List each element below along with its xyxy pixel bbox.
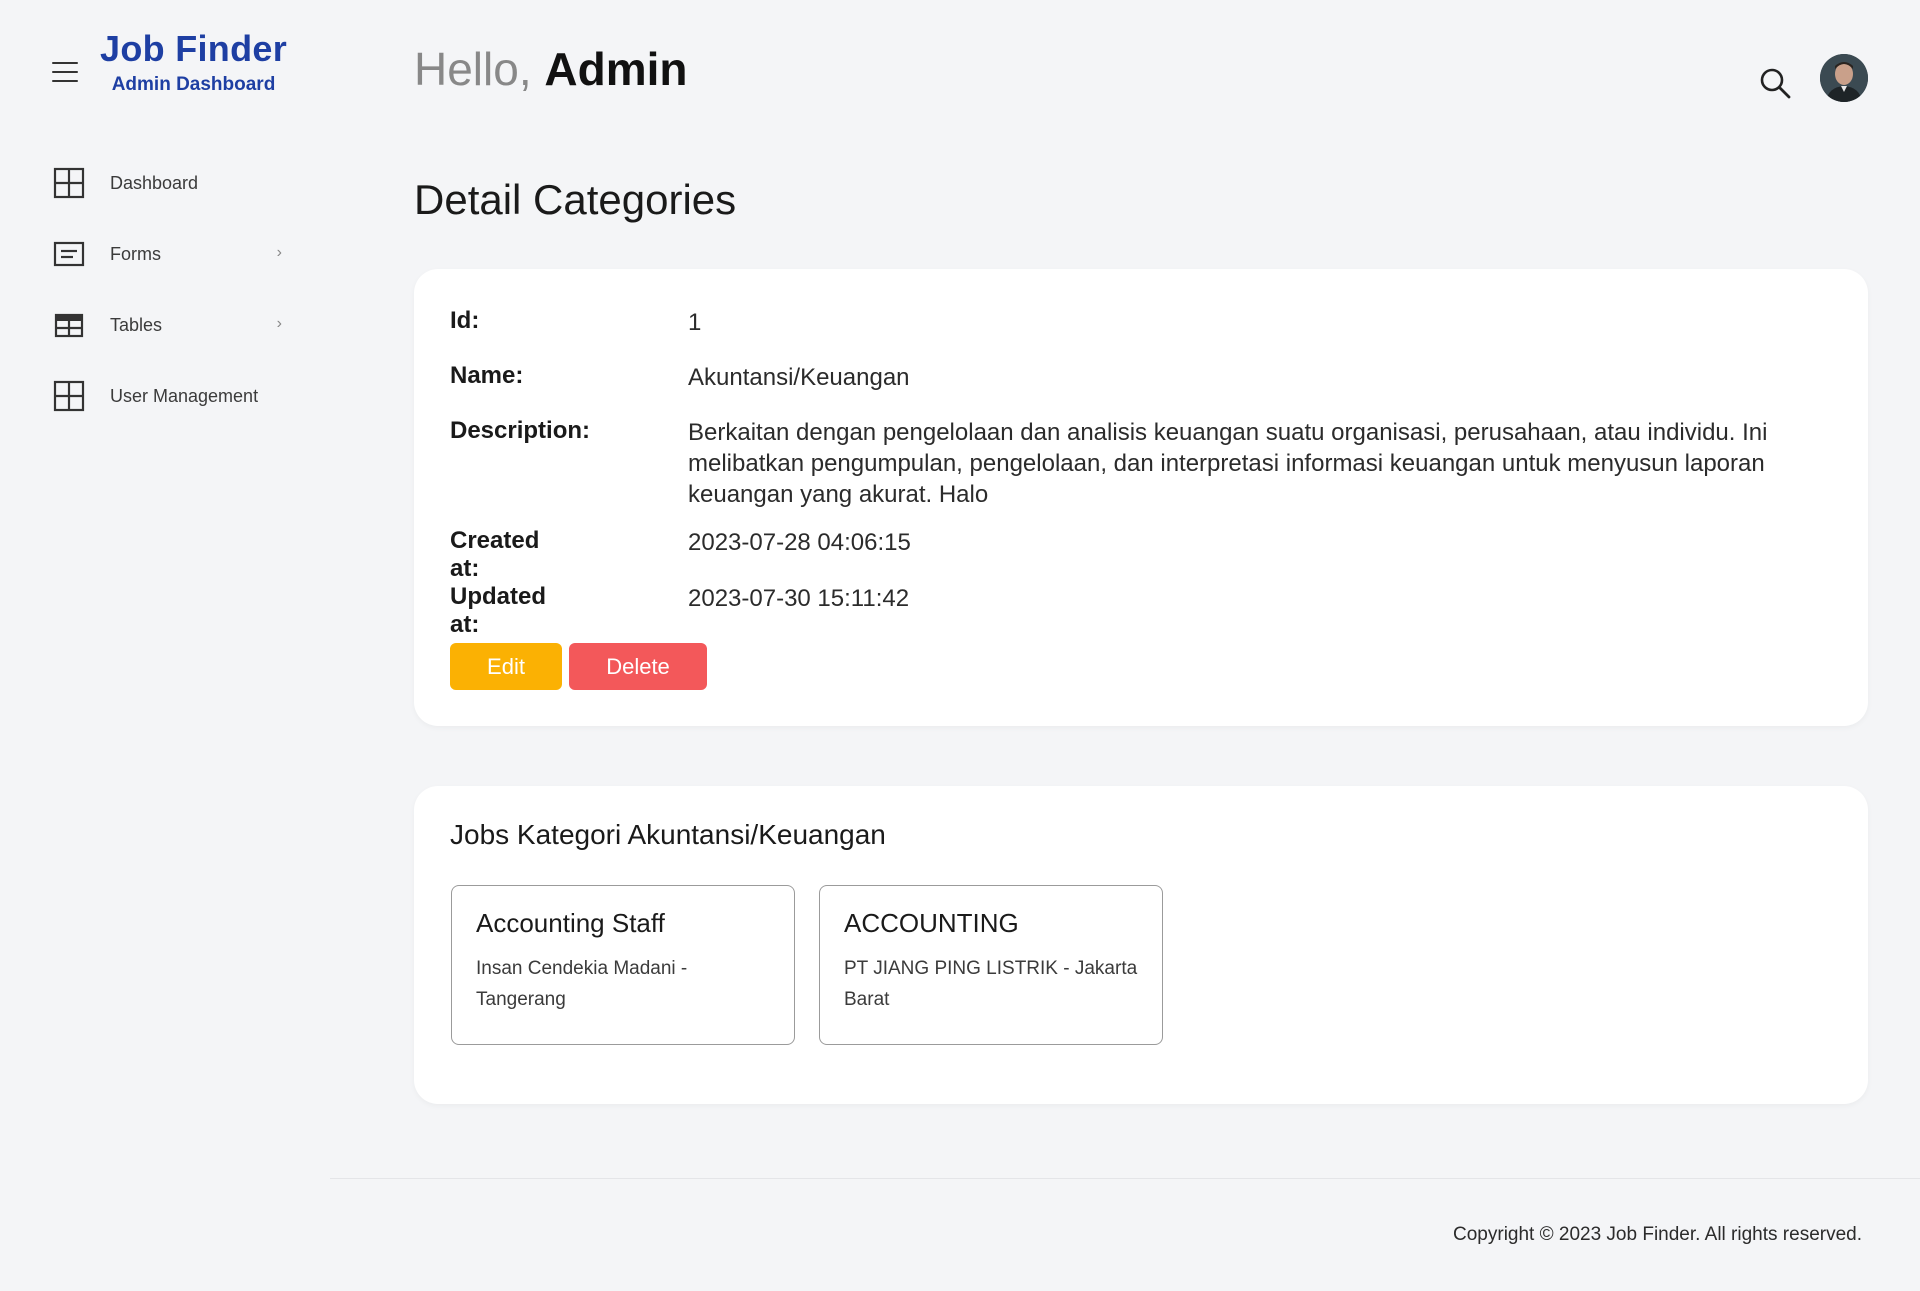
sidebar-item-label: User Management: [110, 385, 259, 406]
sidebar-item-dashboard[interactable]: Dashboard: [52, 165, 282, 201]
brand-subtitle: Admin Dashboard: [111, 74, 276, 95]
sidebar-item-label: Tables: [110, 314, 163, 335]
sidebar-item-label: Forms: [110, 243, 161, 264]
sidebar-item-user-management[interactable]: User Management: [52, 378, 282, 414]
grid-icon: [53, 167, 85, 199]
category-detail-card: Id: 1 Name: Akuntansi/Keuangan Descripti…: [414, 269, 1868, 726]
delete-button[interactable]: Delete: [569, 643, 707, 690]
created-value: 2023-07-28 04:06:15: [688, 529, 911, 556]
updated-label: Updated at:: [450, 583, 546, 638]
job-title: ACCOUNTING: [844, 908, 1019, 938]
page-title: Detail Categories: [414, 176, 737, 223]
job-title: Accounting Staff: [476, 908, 665, 938]
sidebar-item-forms[interactable]: Forms ›: [52, 236, 282, 272]
greeting-text: Hello,: [414, 43, 532, 95]
form-icon: [53, 241, 85, 267]
footer-copyright: Copyright © 2023 Job Finder. All rights …: [1453, 1224, 1862, 1245]
sidebar: Job Finder Admin Dashboard Dashboard For…: [0, 0, 330, 1291]
edit-button[interactable]: Edit: [450, 643, 562, 690]
id-label: Id:: [450, 307, 480, 334]
id-value: 1: [688, 309, 702, 336]
name-label: Name:: [450, 362, 524, 389]
description-label: Description:: [450, 417, 591, 444]
updated-value: 2023-07-30 15:11:42: [688, 585, 910, 612]
chevron-right-icon: ›: [276, 244, 282, 261]
name-value: Akuntansi/Keuangan: [688, 364, 910, 391]
job-company: Insan Cendekia Madani - Tangerang: [476, 958, 688, 1010]
search-icon[interactable]: [1758, 66, 1792, 100]
brand-title: Job Finder: [100, 28, 288, 69]
created-label: Created at:: [450, 527, 540, 582]
grid-icon: [53, 380, 85, 412]
sidebar-item-label: Dashboard: [110, 172, 199, 193]
footer-divider: [330, 1178, 1920, 1179]
user-avatar-icon: [1820, 54, 1868, 102]
job-card[interactable]: ACCOUNTING PT JIANG PING LISTRIK - Jakar…: [819, 885, 1163, 1045]
description-value: Berkaitan dengan pengelolaan dan analisi…: [688, 419, 1768, 508]
sidebar-nav: Dashboard Forms › Tables › User Manageme…: [52, 165, 282, 449]
sidebar-item-tables[interactable]: Tables ›: [52, 307, 282, 343]
avatar[interactable]: [1820, 54, 1868, 102]
table-icon: [54, 313, 84, 338]
chevron-right-icon: ›: [276, 315, 282, 332]
menu-toggle-icon[interactable]: [52, 62, 78, 82]
header-greeting: Hello, Admin: [414, 42, 688, 96]
job-company: PT JIANG PING LISTRIK - Jakarta Barat: [844, 958, 1138, 1010]
user-name: Admin: [544, 43, 688, 95]
brand-logo[interactable]: Job Finder Admin Dashboard: [100, 28, 287, 96]
job-card[interactable]: Accounting Staff Insan Cendekia Madani -…: [451, 885, 795, 1045]
category-jobs-card: Jobs Kategori Akuntansi/Keuangan Account…: [414, 786, 1868, 1104]
jobs-section-title: Jobs Kategori Akuntansi/Keuangan: [450, 819, 886, 850]
